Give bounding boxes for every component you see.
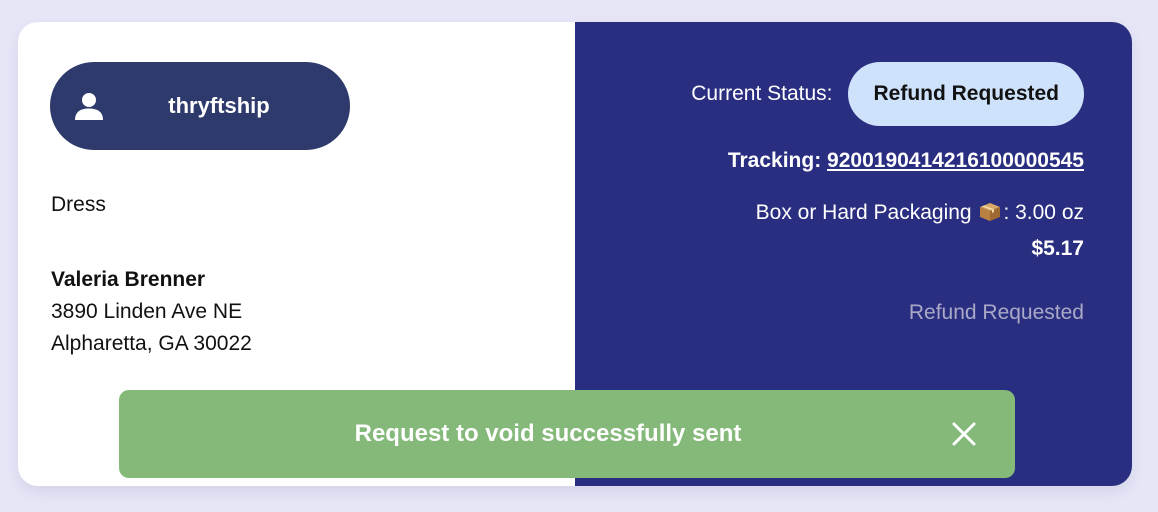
tracking-row: Tracking: 9200190414216100000545	[728, 149, 1084, 173]
tracking-number-link[interactable]: 9200190414216100000545	[827, 149, 1084, 172]
store-button[interactable]: thryftship	[50, 62, 350, 150]
status-label: Current Status:	[691, 82, 833, 105]
recipient-address: Valeria Brenner 3890 Linden Ave NE Alpha…	[51, 264, 252, 360]
shipping-price: $5.17	[1031, 237, 1084, 260]
package-icon	[980, 203, 1001, 221]
recipient-city: Alpharetta, GA 30022	[51, 332, 252, 355]
status-row: Current Status: Refund Requested	[691, 62, 1084, 126]
package-weight: : 3.00 oz	[1003, 201, 1084, 224]
package-info: Box or Hard Packaging : 3.00 oz	[756, 201, 1084, 225]
store-name: thryftship	[168, 93, 270, 118]
success-toast: Request to void successfully sent	[119, 390, 1015, 478]
item-name: Dress	[51, 193, 106, 216]
toast-message: Request to void successfully sent	[354, 420, 742, 447]
close-icon[interactable]	[951, 421, 977, 447]
tracking-label: Tracking:	[727, 149, 822, 172]
refund-status-text: Refund Requested	[908, 301, 1084, 324]
recipient-name: Valeria Brenner	[51, 268, 206, 291]
recipient-street: 3890 Linden Ave NE	[51, 300, 243, 323]
package-type: Box or Hard Packaging	[755, 201, 972, 224]
status-badge: Refund Requested	[848, 62, 1084, 126]
